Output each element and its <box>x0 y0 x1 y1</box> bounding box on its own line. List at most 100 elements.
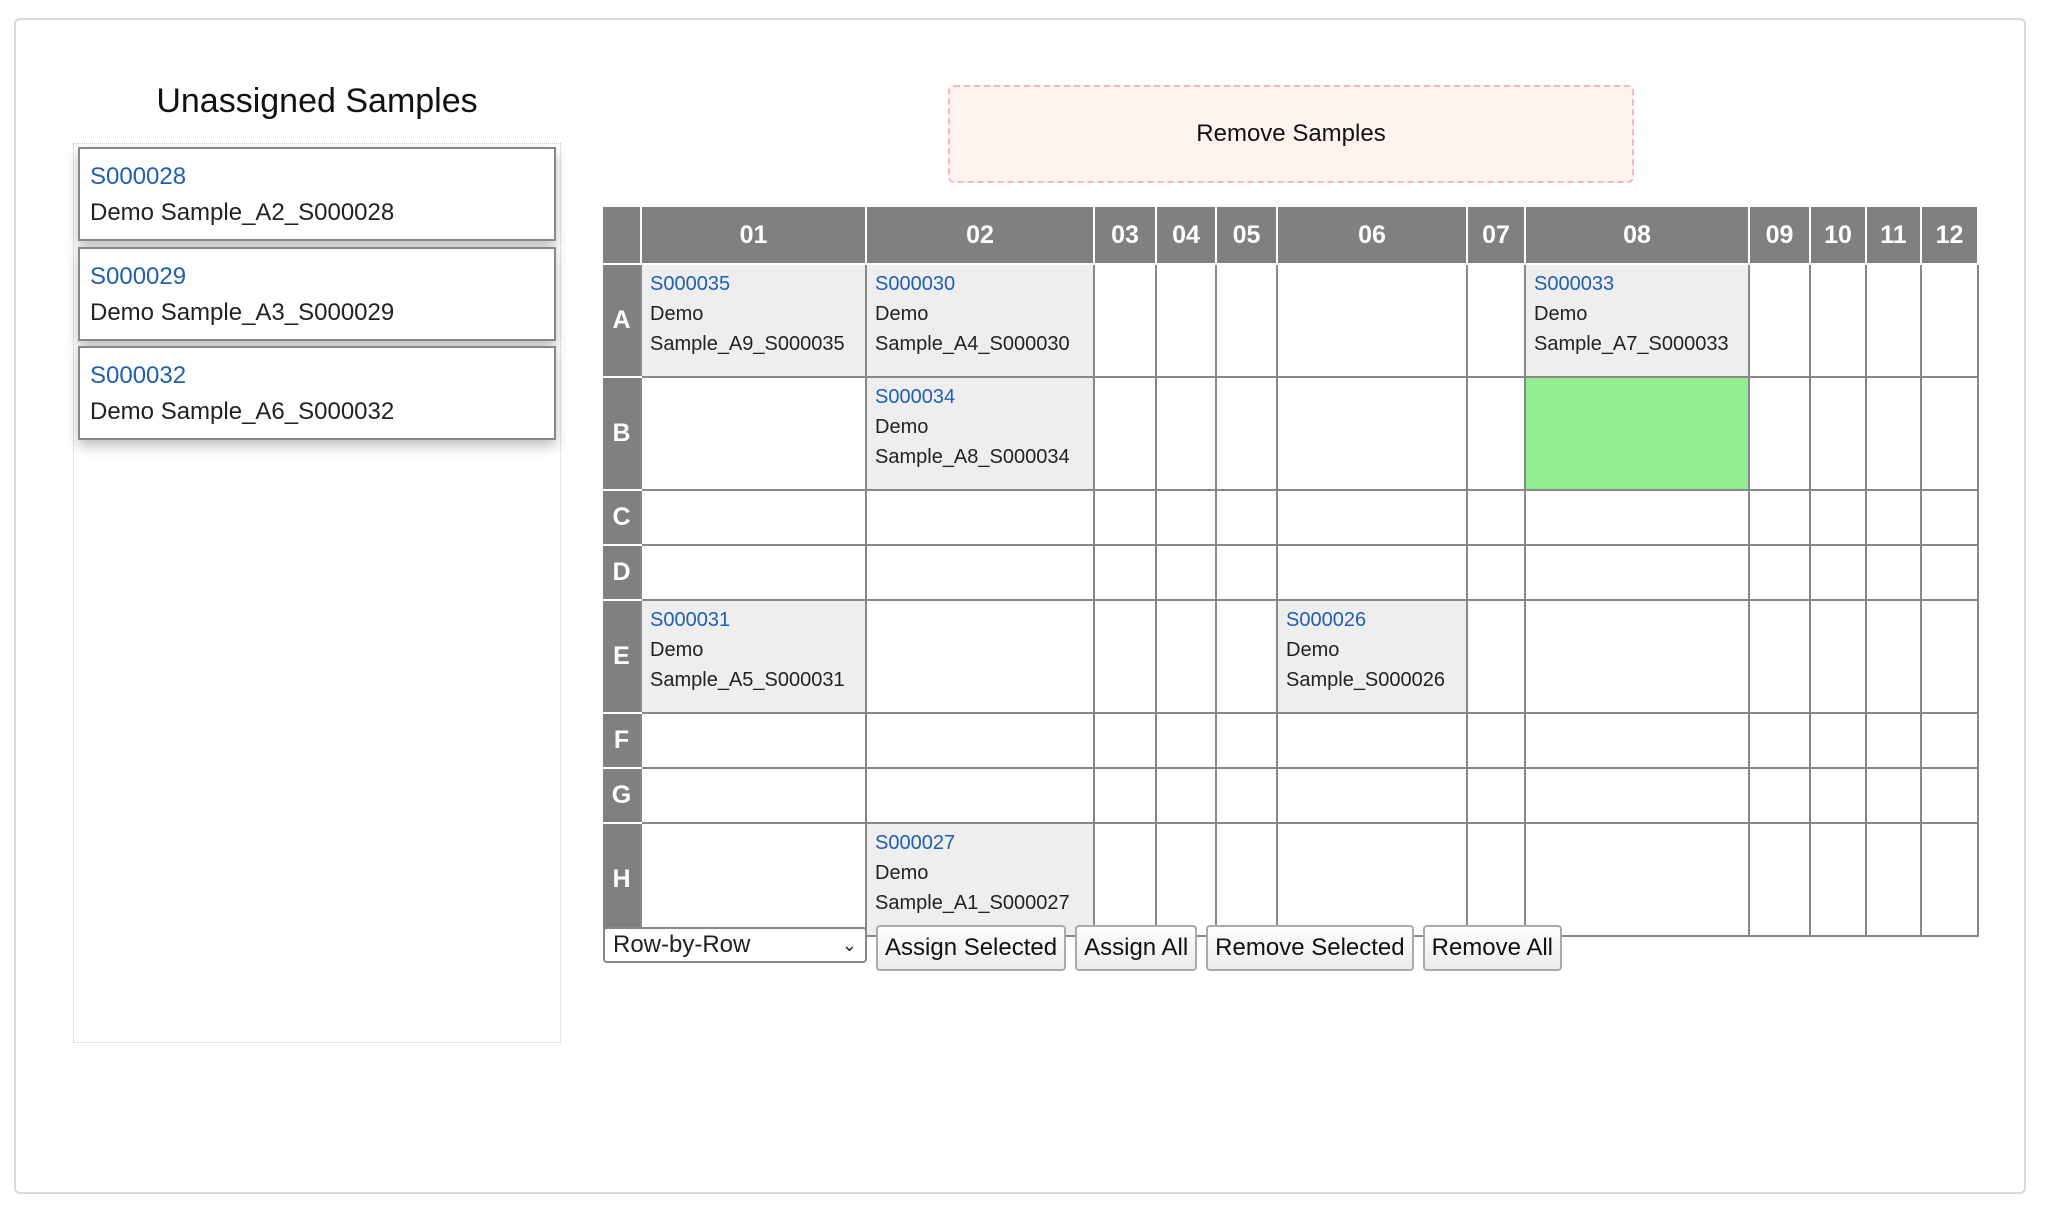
well-sample-id[interactable]: S000027 <box>875 828 1085 858</box>
remove-samples-dropzone[interactable]: Remove Samples <box>948 85 1634 183</box>
well-A04[interactable] <box>1155 263 1217 378</box>
well-D12[interactable] <box>1920 544 1979 601</box>
well-G09[interactable] <box>1748 767 1811 824</box>
well-B05[interactable] <box>1215 376 1278 491</box>
well-B10[interactable] <box>1809 376 1867 491</box>
well-G06[interactable] <box>1276 767 1468 824</box>
well-G03[interactable] <box>1093 767 1157 824</box>
well-F11[interactable] <box>1865 712 1922 769</box>
well-G12[interactable] <box>1920 767 1979 824</box>
well-F06[interactable] <box>1276 712 1468 769</box>
well-C04[interactable] <box>1155 489 1217 546</box>
well-A03[interactable] <box>1093 263 1157 378</box>
well-G01[interactable] <box>640 767 867 824</box>
well-C03[interactable] <box>1093 489 1157 546</box>
well-sample-id[interactable]: S000030 <box>875 269 1085 299</box>
well-H03[interactable] <box>1093 822 1157 937</box>
well-G04[interactable] <box>1155 767 1217 824</box>
well-C12[interactable] <box>1920 489 1979 546</box>
well-sample-id[interactable]: S000031 <box>650 605 857 635</box>
well-E01[interactable]: S000031 Demo Sample_A5_S000031 <box>640 599 867 714</box>
well-A11[interactable] <box>1865 263 1922 378</box>
well-H10[interactable] <box>1809 822 1867 937</box>
well-B07[interactable] <box>1466 376 1526 491</box>
well-D01[interactable] <box>640 544 867 601</box>
well-sample-id[interactable]: S000035 <box>650 269 857 299</box>
well-E12[interactable] <box>1920 599 1979 714</box>
well-C02[interactable] <box>865 489 1095 546</box>
well-F07[interactable] <box>1466 712 1526 769</box>
well-A01[interactable]: S000035 Demo Sample_A9_S000035 <box>640 263 867 378</box>
well-D06[interactable] <box>1276 544 1468 601</box>
well-A02[interactable]: S000030 Demo Sample_A4_S000030 <box>865 263 1095 378</box>
well-F08[interactable] <box>1524 712 1750 769</box>
well-B12[interactable] <box>1920 376 1979 491</box>
well-D11[interactable] <box>1865 544 1922 601</box>
well-G08[interactable] <box>1524 767 1750 824</box>
well-H06[interactable] <box>1276 822 1468 937</box>
well-A10[interactable] <box>1809 263 1867 378</box>
well-H02[interactable]: S000027 Demo Sample_A1_S000027 <box>865 822 1095 937</box>
well-F12[interactable] <box>1920 712 1979 769</box>
well-B11[interactable] <box>1865 376 1922 491</box>
well-H07[interactable] <box>1466 822 1526 937</box>
well-C08[interactable] <box>1524 489 1750 546</box>
well-F05[interactable] <box>1215 712 1278 769</box>
well-A05[interactable] <box>1215 263 1278 378</box>
remove-all-button[interactable]: Remove All <box>1422 925 1562 971</box>
sample-card[interactable]: S000029 Demo Sample_A3_S000029 <box>78 247 556 341</box>
well-E06[interactable]: S000026 Demo Sample_S000026 <box>1276 599 1468 714</box>
well-E09[interactable] <box>1748 599 1811 714</box>
well-D05[interactable] <box>1215 544 1278 601</box>
well-B06[interactable] <box>1276 376 1468 491</box>
assign-selected-button[interactable]: Assign Selected <box>876 925 1067 971</box>
well-H04[interactable] <box>1155 822 1217 937</box>
well-A06[interactable] <box>1276 263 1468 378</box>
well-F03[interactable] <box>1093 712 1157 769</box>
well-B04[interactable] <box>1155 376 1217 491</box>
well-H01[interactable] <box>640 822 867 937</box>
well-E11[interactable] <box>1865 599 1922 714</box>
well-H12[interactable] <box>1920 822 1979 937</box>
well-B01[interactable] <box>640 376 867 491</box>
well-A08[interactable]: S000033 Demo Sample_A7_S000033 <box>1524 263 1750 378</box>
well-D03[interactable] <box>1093 544 1157 601</box>
well-H08[interactable] <box>1524 822 1750 937</box>
well-D02[interactable] <box>865 544 1095 601</box>
well-F02[interactable] <box>865 712 1095 769</box>
well-E08[interactable] <box>1524 599 1750 714</box>
well-E04[interactable] <box>1155 599 1217 714</box>
well-G02[interactable] <box>865 767 1095 824</box>
well-B02[interactable]: S000034 Demo Sample_A8_S000034 <box>865 376 1095 491</box>
well-sample-id[interactable]: S000034 <box>875 382 1085 412</box>
well-A09[interactable] <box>1748 263 1811 378</box>
well-C07[interactable] <box>1466 489 1526 546</box>
well-F04[interactable] <box>1155 712 1217 769</box>
well-C01[interactable] <box>640 489 867 546</box>
well-sample-id[interactable]: S000026 <box>1286 605 1458 635</box>
well-H11[interactable] <box>1865 822 1922 937</box>
well-D10[interactable] <box>1809 544 1867 601</box>
sample-card[interactable]: S000032 Demo Sample_A6_S000032 <box>78 346 556 440</box>
well-sample-id[interactable]: S000033 <box>1534 269 1740 299</box>
fill-mode-select[interactable]: Row-by-Row ⌄ <box>603 927 867 963</box>
well-G05[interactable] <box>1215 767 1278 824</box>
well-B08[interactable] <box>1524 376 1750 491</box>
well-C09[interactable] <box>1748 489 1811 546</box>
well-F10[interactable] <box>1809 712 1867 769</box>
well-D04[interactable] <box>1155 544 1217 601</box>
well-F09[interactable] <box>1748 712 1811 769</box>
well-A07[interactable] <box>1466 263 1526 378</box>
well-C10[interactable] <box>1809 489 1867 546</box>
well-D08[interactable] <box>1524 544 1750 601</box>
well-H09[interactable] <box>1748 822 1811 937</box>
well-E05[interactable] <box>1215 599 1278 714</box>
well-E10[interactable] <box>1809 599 1867 714</box>
remove-selected-button[interactable]: Remove Selected <box>1206 925 1414 971</box>
sample-card[interactable]: S000028 Demo Sample_A2_S000028 <box>78 147 556 241</box>
well-C05[interactable] <box>1215 489 1278 546</box>
well-E02[interactable] <box>865 599 1095 714</box>
well-A12[interactable] <box>1920 263 1979 378</box>
well-D07[interactable] <box>1466 544 1526 601</box>
well-B03[interactable] <box>1093 376 1157 491</box>
